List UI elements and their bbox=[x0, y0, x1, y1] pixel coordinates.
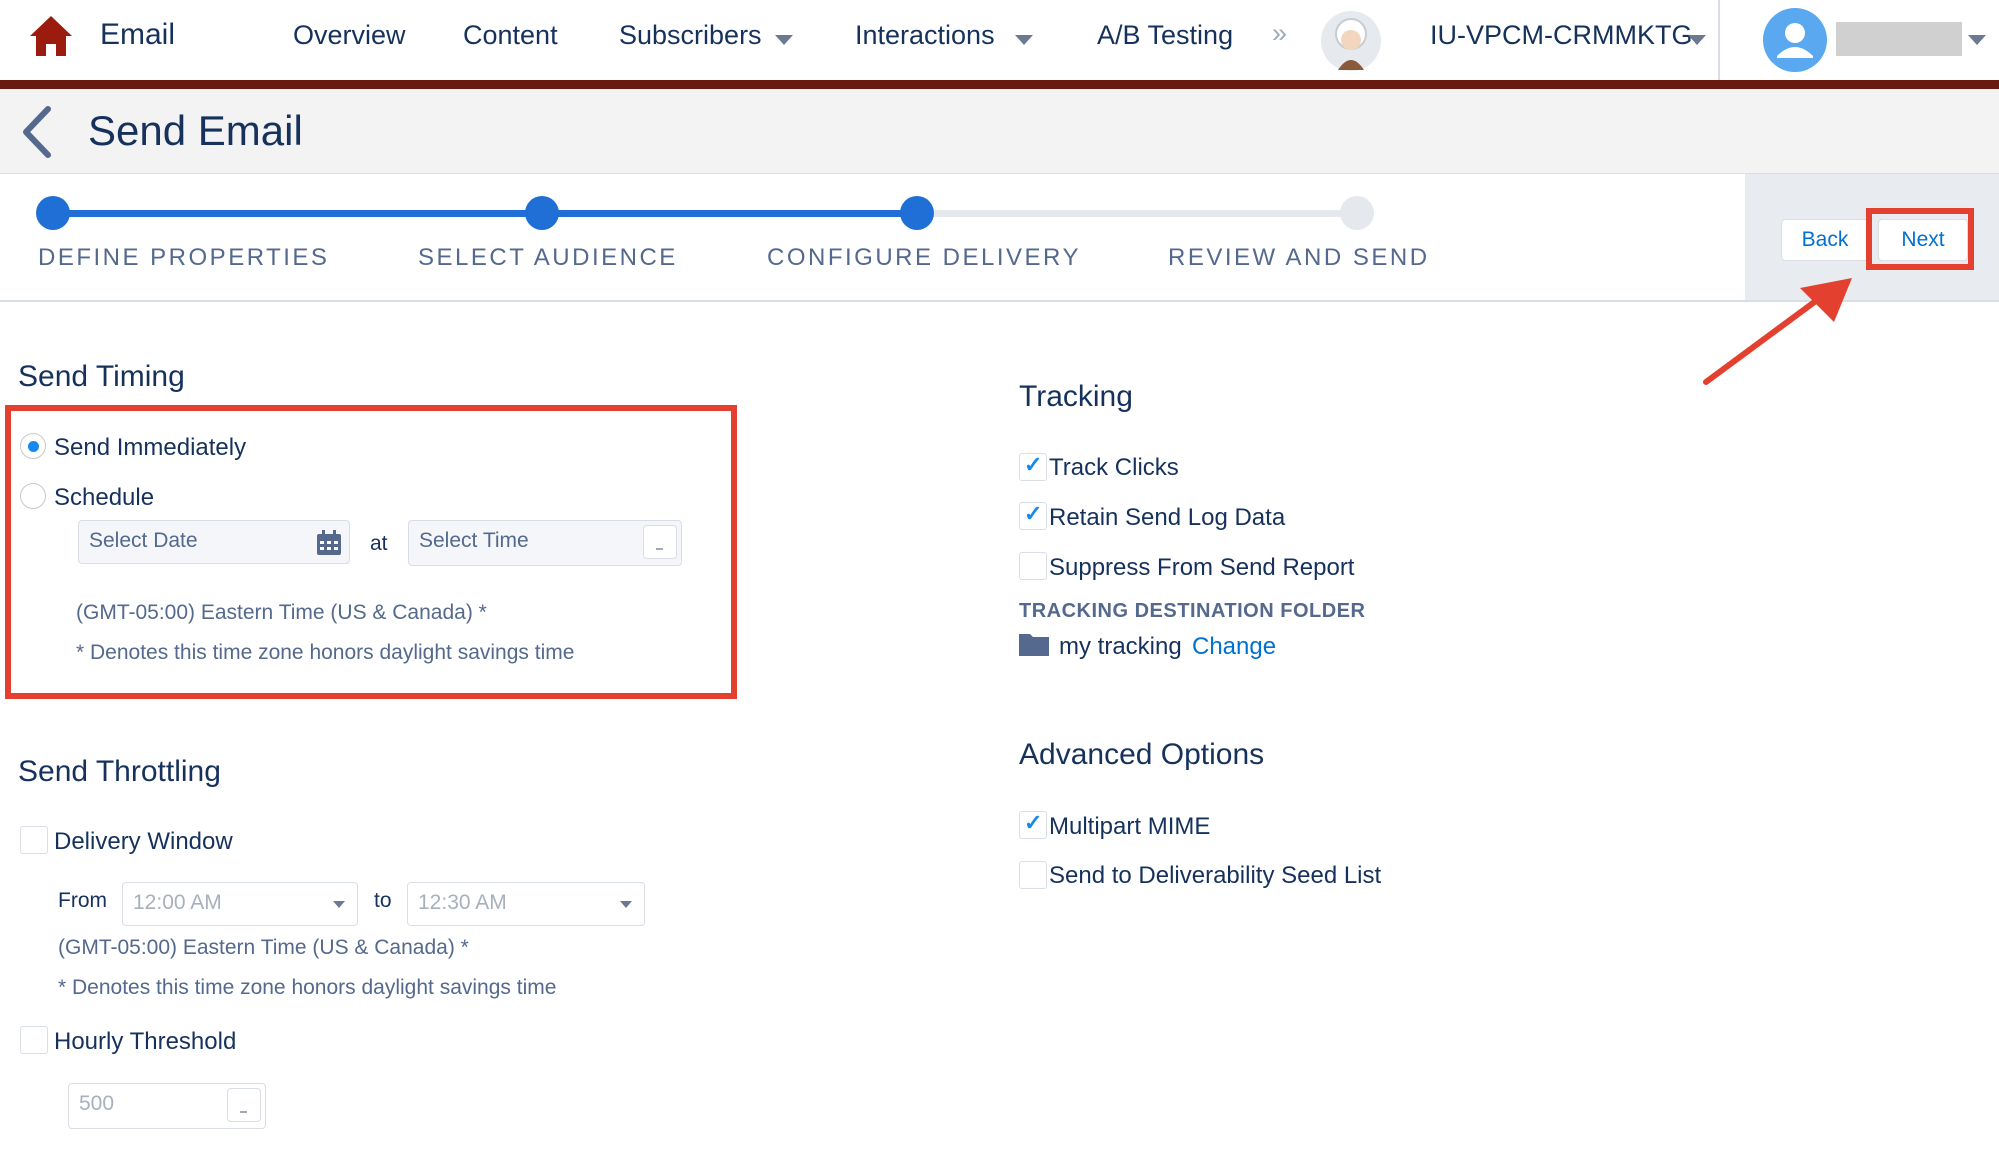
step-label-define-properties[interactable]: DEFINE PROPERTIES bbox=[38, 244, 329, 272]
account-name[interactable]: IU-VPCM-CRMMKTG bbox=[1430, 20, 1692, 51]
step-label-select-audience[interactable]: SELECT AUDIENCE bbox=[418, 244, 678, 272]
suppress-report-label[interactable]: Suppress From Send Report bbox=[1049, 554, 1354, 582]
at-label: at bbox=[370, 532, 388, 555]
user-avatar-icon[interactable] bbox=[1763, 8, 1827, 72]
track-clicks-checkbox[interactable]: ✓ bbox=[1019, 452, 1047, 481]
page-header: Send Email bbox=[0, 89, 1999, 175]
multipart-mime-checkbox[interactable]: ✓ bbox=[1019, 810, 1047, 839]
user-name-redacted bbox=[1836, 22, 1962, 56]
tracking-folder-name: my tracking bbox=[1059, 633, 1182, 660]
select-time-dropdown[interactable]: Select Time bbox=[408, 520, 682, 566]
hourly-threshold-checkbox[interactable] bbox=[20, 1026, 48, 1054]
chevron-down-icon[interactable] bbox=[227, 1088, 261, 1122]
next-highlight-box bbox=[1866, 208, 1974, 270]
app-name[interactable]: Email bbox=[100, 18, 175, 52]
select-date-input[interactable]: Select Date bbox=[78, 520, 350, 564]
folder-icon bbox=[1019, 634, 1049, 656]
step-dot-configure-delivery[interactable] bbox=[900, 196, 934, 230]
to-time-dropdown[interactable]: 12:30 AM bbox=[407, 882, 645, 926]
home-icon[interactable] bbox=[28, 14, 74, 58]
progress-line-remaining bbox=[917, 210, 1357, 217]
brand-bar bbox=[0, 80, 1999, 89]
more-tabs-icon[interactable]: » bbox=[1272, 18, 1287, 49]
from-time-value: 12:00 AM bbox=[133, 891, 222, 914]
retain-send-log-checkbox[interactable]: ✓ bbox=[1019, 501, 1047, 530]
send-immediately-radio[interactable] bbox=[20, 433, 46, 459]
suppress-report-checkbox[interactable] bbox=[1019, 552, 1047, 580]
chevron-down-icon[interactable] bbox=[1688, 35, 1706, 45]
step-label-configure-delivery[interactable]: CONFIGURE DELIVERY bbox=[767, 244, 1081, 272]
checkmark-icon: ✓ bbox=[1024, 810, 1043, 835]
chevron-down-icon[interactable] bbox=[1015, 35, 1033, 45]
retain-send-log-label[interactable]: Retain Send Log Data bbox=[1049, 504, 1285, 532]
nav-subscribers[interactable]: Subscribers bbox=[619, 20, 762, 51]
back-arrow-icon[interactable] bbox=[18, 105, 54, 159]
throttle-timezone-text: (GMT-05:00) Eastern Time (US & Canada) * bbox=[58, 936, 469, 959]
chevron-down-icon[interactable] bbox=[620, 901, 632, 908]
tracking-title: Tracking bbox=[1019, 380, 1133, 413]
calendar-icon[interactable] bbox=[315, 529, 343, 557]
chevron-down-icon[interactable] bbox=[643, 525, 677, 559]
from-label: From bbox=[58, 889, 107, 912]
nav-divider bbox=[1718, 0, 1720, 80]
send-throttling-title: Send Throttling bbox=[18, 755, 221, 788]
annotation-arrow-icon bbox=[1703, 278, 1852, 385]
delivery-window-checkbox[interactable] bbox=[20, 826, 48, 854]
delivery-window-label[interactable]: Delivery Window bbox=[54, 828, 233, 856]
step-dot-select-audience[interactable] bbox=[525, 196, 559, 230]
from-time-dropdown[interactable]: 12:00 AM bbox=[122, 882, 358, 926]
multipart-mime-label[interactable]: Multipart MIME bbox=[1049, 813, 1210, 841]
track-clicks-label[interactable]: Track Clicks bbox=[1049, 454, 1179, 482]
einstein-avatar-icon[interactable] bbox=[1320, 10, 1382, 72]
change-folder-link[interactable]: Change bbox=[1192, 633, 1276, 661]
chevron-down-icon[interactable] bbox=[333, 901, 345, 908]
nav-content[interactable]: Content bbox=[463, 20, 558, 51]
page-title: Send Email bbox=[88, 107, 303, 154]
hourly-threshold-input[interactable]: 500 bbox=[68, 1083, 266, 1129]
nav-overview[interactable]: Overview bbox=[293, 20, 406, 51]
send-immediately-label[interactable]: Send Immediately bbox=[54, 434, 246, 462]
send-timing-title: Send Timing bbox=[18, 360, 185, 393]
select-time-placeholder: Select Time bbox=[419, 529, 529, 552]
nav-interactions[interactable]: Interactions bbox=[855, 20, 995, 51]
step-dot-review-and-send[interactable] bbox=[1340, 196, 1374, 230]
dst-note: * Denotes this time zone honors daylight… bbox=[76, 641, 575, 664]
throttle-dst-note: * Denotes this time zone honors daylight… bbox=[58, 976, 557, 999]
checkmark-icon: ✓ bbox=[1024, 501, 1043, 526]
step-dot-define-properties[interactable] bbox=[36, 196, 70, 230]
seed-list-checkbox[interactable] bbox=[1019, 861, 1047, 889]
hourly-threshold-label[interactable]: Hourly Threshold bbox=[54, 1028, 236, 1056]
advanced-options-title: Advanced Options bbox=[1019, 738, 1265, 771]
checkmark-icon: ✓ bbox=[1024, 452, 1043, 477]
tracking-folder-label: TRACKING DESTINATION FOLDER bbox=[1019, 600, 1366, 622]
timezone-text: (GMT-05:00) Eastern Time (US & Canada) * bbox=[76, 601, 487, 624]
back-button[interactable]: Back bbox=[1781, 219, 1869, 261]
to-time-value: 12:30 AM bbox=[418, 891, 507, 914]
progress-steps: DEFINE PROPERTIES SELECT AUDIENCE CONFIG… bbox=[0, 174, 1745, 302]
seed-list-label[interactable]: Send to Deliverability Seed List bbox=[1049, 862, 1381, 890]
chevron-down-icon[interactable] bbox=[775, 35, 793, 45]
schedule-label[interactable]: Schedule bbox=[54, 484, 154, 512]
select-date-placeholder: Select Date bbox=[89, 529, 198, 552]
schedule-radio[interactable] bbox=[20, 483, 46, 509]
chevron-down-icon[interactable] bbox=[1968, 35, 1986, 45]
step-label-review-and-send[interactable]: REVIEW AND SEND bbox=[1168, 244, 1430, 272]
top-nav: Email Overview Content Subscribers Inter… bbox=[0, 0, 1999, 80]
nav-ab-testing[interactable]: A/B Testing bbox=[1097, 20, 1233, 51]
to-label: to bbox=[374, 889, 392, 912]
hourly-threshold-value: 500 bbox=[79, 1092, 115, 1115]
progress-line-complete bbox=[52, 210, 917, 217]
